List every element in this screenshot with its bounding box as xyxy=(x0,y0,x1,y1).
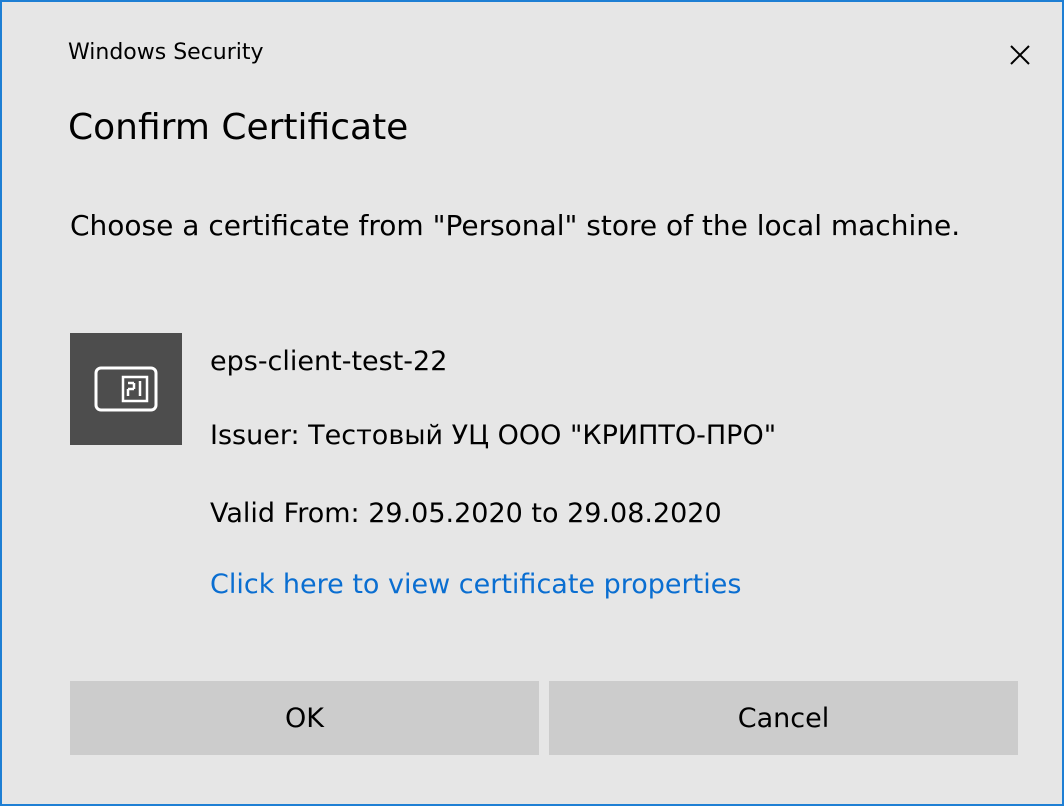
cancel-button[interactable]: Cancel xyxy=(549,681,1018,755)
window-title: Windows Security xyxy=(68,40,264,65)
close-button[interactable] xyxy=(992,32,1048,78)
close-icon xyxy=(1010,45,1030,65)
certificate-name: eps-client-test-22 xyxy=(210,346,448,377)
dialog-heading: Confirm Certificate xyxy=(68,107,409,148)
certificate-validity: Valid From: 29.05.2020 to 29.08.2020 xyxy=(210,498,722,529)
dialog-description: Choose a certificate from "Personal" sto… xyxy=(70,209,961,242)
ok-button[interactable]: OK xyxy=(70,681,539,755)
certificate-issuer: Issuer: Тестовый УЦ ООО "КРИПТО-ПРО" xyxy=(210,420,777,451)
windows-security-dialog: Windows Security Confirm Certificate Cho… xyxy=(0,0,1064,806)
certificate-card-icon xyxy=(94,366,158,412)
view-certificate-properties-link[interactable]: Click here to view certificate propertie… xyxy=(210,567,741,603)
certificate-tile xyxy=(70,333,182,445)
